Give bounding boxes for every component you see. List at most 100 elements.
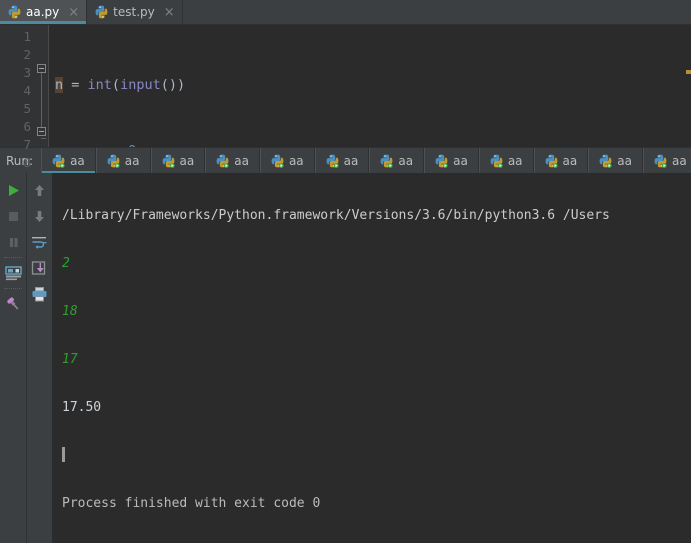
editor-tab-bar: aa.py × test.py × [0, 0, 691, 25]
token-assign: = [104, 143, 128, 147]
line-number: 6 [23, 119, 31, 134]
line-number: 2 [23, 47, 31, 62]
code-text-area[interactable]: n = int(input()) agesum = 0 for i in ran… [48, 25, 691, 147]
console-input-line: 18 [62, 304, 78, 319]
code-folding-gutter[interactable] [36, 25, 48, 147]
line-number: 3 [23, 65, 31, 80]
console-input-line: 17 [62, 352, 78, 367]
arrow-up-icon [35, 184, 44, 196]
arrow-down-icon [35, 210, 44, 222]
pin-icon [6, 297, 18, 310]
scroll-up-button[interactable] [27, 177, 53, 203]
run-config-tab-label: aa [617, 153, 632, 168]
run-config-tab-4[interactable]: aa [259, 148, 315, 173]
line-number: 5 [23, 101, 31, 116]
token-input: input [120, 77, 161, 93]
code-line-1: n = int(input()) [49, 76, 691, 94]
run-config-tab-2[interactable]: aa [150, 148, 206, 173]
run-config-tab-label: aa [124, 153, 140, 168]
code-line-2: agesum = 0 [49, 142, 691, 147]
console-caret-line [62, 447, 691, 465]
run-config-tab-6[interactable]: aa [369, 148, 425, 173]
console-input-line: 2 [62, 256, 70, 271]
python-file-icon [8, 5, 21, 19]
fold-region-line [41, 70, 42, 132]
line-number: 8 [23, 155, 31, 170]
run-config-tab-7[interactable]: aa [424, 148, 479, 173]
console-command-line: /Library/Frameworks/Python.framework/Ver… [62, 208, 610, 223]
soft-wrap-button[interactable] [27, 229, 53, 255]
pycharm-window: aa.py × test.py × 1 2 3 4 5 6 7 8 n = in… [0, 0, 691, 543]
run-config-tab-10[interactable]: aa [588, 148, 643, 173]
pin-tab-button[interactable] [0, 291, 26, 317]
console-finished-line: Process finished with exit code 0 [62, 496, 321, 511]
run-config-tab-5[interactable]: aa [314, 148, 370, 173]
export-output-button[interactable] [27, 255, 53, 281]
token-number-0: 0 [128, 143, 136, 147]
line-number: 4 [23, 83, 31, 98]
run-config-tab-label: aa [179, 153, 195, 168]
scroll-down-button[interactable] [27, 203, 53, 229]
run-config-tab-0[interactable]: aa [41, 148, 96, 173]
tab-bar-filler [182, 0, 691, 24]
close-icon[interactable]: × [164, 6, 175, 19]
run-config-tab-label: aa [343, 153, 359, 168]
run-config-tab-11[interactable]: aa [642, 148, 691, 173]
printer-icon [32, 287, 47, 302]
token-identifier-agesum: agesum [55, 143, 104, 147]
run-config-tab-label: aa [507, 153, 523, 168]
run-panel-body: /Library/Frameworks/Python.framework/Ver… [0, 173, 691, 543]
python-file-icon [95, 5, 108, 19]
print-button[interactable] [27, 281, 53, 307]
token-paren: () [160, 77, 177, 93]
green-play-icon [8, 184, 19, 196]
console-view-button[interactable] [0, 260, 26, 286]
rerun-button[interactable] [0, 177, 26, 203]
fold-collapse-icon-line3[interactable] [37, 64, 46, 73]
code-editor[interactable]: 1 2 3 4 5 6 7 8 n = int(input()) agesum … [0, 25, 691, 170]
console-caret [62, 447, 65, 462]
token-identifier-n: n [55, 77, 64, 93]
run-config-tab-8[interactable]: aa [478, 148, 534, 173]
run-config-tab-1[interactable]: aa [95, 148, 151, 173]
line-number: 1 [23, 29, 31, 44]
run-configuration-tab-bar: Run: aaaaaaaaaaaaaaaaaaaaaaaaaaaa [0, 147, 691, 173]
toolbar-separator [4, 257, 22, 258]
run-config-tab-label: aa [288, 153, 304, 168]
token-int: int [87, 77, 112, 93]
token-assign: = [63, 77, 88, 93]
run-config-tab-3[interactable]: aa [205, 148, 260, 173]
run-console-output[interactable]: /Library/Frameworks/Python.framework/Ver… [52, 173, 691, 543]
toolbar-separator [4, 288, 22, 289]
editor-tab-label: test.py [113, 5, 155, 19]
console-output-line: 17.50 [62, 400, 102, 415]
run-toolbar-right [26, 173, 52, 543]
editor-tab-test-py[interactable]: test.py × [87, 0, 183, 24]
editor-tab-aa-py[interactable]: aa.py × [0, 0, 88, 24]
run-config-tab-label: aa [671, 153, 687, 168]
line-number-gutter: 1 2 3 4 5 6 7 8 [0, 25, 36, 170]
run-config-tab-label: aa [234, 153, 249, 168]
token-paren: ) [176, 77, 186, 93]
run-config-tab-label: aa [453, 153, 468, 168]
run-config-tab-9[interactable]: aa [533, 148, 589, 173]
line-number: 7 [23, 137, 31, 152]
fold-end-tick [41, 138, 46, 139]
console-layout-icon [4, 265, 22, 280]
run-config-tab-label: aa [562, 153, 578, 168]
stop-button[interactable] [0, 203, 26, 229]
warning-marker-stripe[interactable] [686, 70, 691, 74]
pause-button[interactable] [0, 229, 26, 255]
export-arrow-icon [31, 261, 46, 275]
run-toolbar-left [0, 173, 26, 543]
run-config-tab-label: aa [398, 153, 414, 168]
run-tool-window: Run: aaaaaaaaaaaaaaaaaaaaaaaaaaaa [0, 147, 691, 543]
soft-wrap-icon [32, 236, 47, 249]
fold-collapse-icon-line6[interactable] [37, 127, 46, 136]
token-paren: ( [111, 77, 121, 93]
run-config-tab-label: aa [70, 153, 85, 168]
pause-bars-icon [9, 237, 17, 247]
close-icon[interactable]: × [68, 6, 79, 19]
editor-tab-label: aa.py [26, 5, 60, 19]
stop-square-icon [8, 211, 18, 221]
